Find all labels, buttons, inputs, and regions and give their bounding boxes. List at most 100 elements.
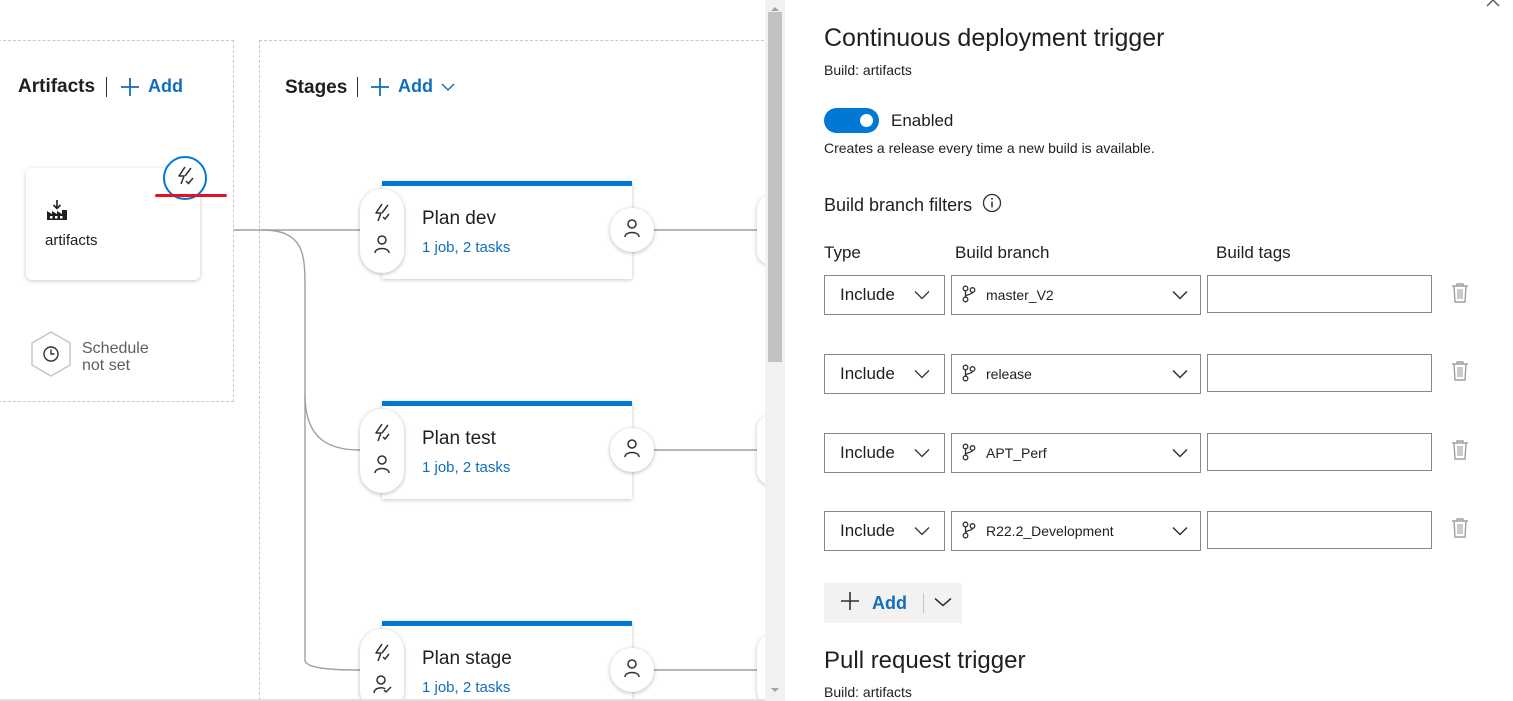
trigger-description: Creates a release every time a new build… — [824, 140, 1155, 156]
chevron-down-icon — [1172, 523, 1188, 539]
column-header-type: Type — [824, 243, 861, 262]
stage-summary-link[interactable]: 1 job, 2 tasks — [422, 459, 510, 476]
add-filter-button[interactable]: Add — [824, 583, 923, 623]
close-icon[interactable] — [1485, 0, 1501, 8]
artifacts-title: Artifacts — [18, 76, 96, 97]
person-icon — [622, 658, 642, 683]
column-header-build-branch: Build branch — [955, 243, 1050, 262]
branch-icon — [962, 443, 976, 464]
scroll-down-arrow-icon[interactable] — [770, 682, 780, 692]
panel-title: Continuous deployment trigger — [824, 24, 1165, 52]
add-filter-dropdown-button[interactable] — [924, 583, 962, 623]
scrollbar-thumb[interactable] — [768, 12, 782, 362]
next-stage-card-edge — [757, 195, 765, 265]
stages-section — [259, 40, 765, 701]
lightning-icon — [372, 643, 392, 668]
pull-request-trigger-title: Pull request trigger — [824, 647, 1026, 674]
stage-summary-link[interactable]: 1 job, 2 tasks — [422, 679, 510, 696]
chevron-down-icon — [914, 285, 930, 305]
chevron-down-icon — [1172, 366, 1188, 382]
enabled-toggle-label: Enabled — [891, 111, 954, 130]
panel-subtitle: Build: artifacts — [824, 62, 912, 78]
build-branch-dropdown[interactable]: release — [951, 354, 1201, 394]
pull-request-trigger-subtitle: Build: artifacts — [824, 684, 912, 700]
enabled-toggle[interactable] — [824, 108, 879, 133]
post-deployment-conditions[interactable] — [610, 648, 654, 692]
filter-type-value: Include — [840, 285, 895, 304]
stage-name: Plan dev — [422, 208, 496, 229]
add-stage-button[interactable]: Add — [370, 76, 455, 97]
filter-type-dropdown[interactable]: Include — [824, 275, 945, 315]
pre-deployment-conditions[interactable] — [360, 409, 404, 493]
filter-type-dropdown[interactable]: Include — [824, 433, 945, 473]
build-branch-dropdown[interactable]: master_V2 — [951, 275, 1201, 315]
stages-title: Stages — [285, 77, 348, 98]
build-branch-filters-heading: Build branch filters — [824, 193, 1002, 218]
info-icon[interactable] — [982, 193, 1002, 218]
filter-type-dropdown[interactable]: Include — [824, 354, 945, 394]
toggle-knob — [860, 114, 873, 127]
column-header-build-tags: Build tags — [1216, 243, 1291, 262]
lightning-icon — [372, 203, 392, 228]
clock-icon — [28, 330, 74, 383]
plus-icon — [370, 77, 390, 97]
lightning-icon — [372, 423, 392, 448]
filter-type-value: Include — [840, 364, 895, 383]
build-branch-value: release — [986, 366, 1032, 382]
filter-type-dropdown[interactable]: Include — [824, 511, 945, 551]
schedule-line-2: not set — [82, 356, 131, 374]
filter-type-value: Include — [840, 443, 895, 462]
trigger-settings-panel: Continuous deployment trigger Build: art… — [787, 0, 1513, 701]
stage-card-plan-stage[interactable]: Plan stage 1 job, 2 tasks — [382, 621, 632, 701]
branch-icon — [962, 364, 976, 385]
annotation-underline — [155, 194, 227, 197]
build-branch-value: APT_Perf — [986, 445, 1047, 461]
person-icon — [622, 218, 642, 243]
lightning-check-icon — [174, 165, 196, 192]
chevron-down-icon — [1172, 287, 1188, 303]
person-check-icon — [372, 674, 392, 699]
stage-card-plan-dev[interactable]: Plan dev 1 job, 2 tasks — [382, 181, 632, 279]
scroll-up-arrow-icon[interactable] — [770, 1, 780, 11]
build-tags-input[interactable] — [1207, 275, 1432, 313]
stage-card-plan-test[interactable]: Plan test 1 job, 2 tasks — [382, 401, 632, 499]
plus-icon — [840, 591, 860, 616]
build-factory-icon — [45, 198, 69, 227]
person-icon — [372, 454, 392, 479]
build-branch-dropdown[interactable]: R22.2_Development — [951, 511, 1201, 551]
next-stage-card-edge — [757, 415, 765, 485]
branch-icon — [962, 521, 976, 542]
build-branch-value: master_V2 — [986, 287, 1054, 303]
build-branch-dropdown[interactable]: APT_Perf — [951, 433, 1201, 473]
add-filter-split-button: Add — [824, 583, 962, 623]
stage-name: Plan test — [422, 428, 496, 449]
canvas-scrollbar[interactable] — [765, 0, 785, 701]
add-artifact-label: Add — [148, 76, 183, 96]
artifact-label: artifacts — [45, 232, 98, 249]
next-stage-card-edge — [757, 635, 765, 701]
pipeline-canvas: Artifacts Add artifacts Schedule not set… — [0, 0, 765, 701]
person-icon — [372, 234, 392, 259]
pre-deployment-conditions[interactable] — [360, 629, 404, 701]
schedule-button[interactable]: Schedule not set — [28, 330, 149, 383]
trash-icon[interactable] — [1451, 439, 1469, 461]
stage-summary-link[interactable]: 1 job, 2 tasks — [422, 239, 510, 256]
trash-icon[interactable] — [1451, 282, 1469, 304]
stage-name: Plan stage — [422, 648, 512, 669]
chevron-down-icon — [441, 82, 455, 92]
artifacts-header-divider — [106, 77, 107, 97]
trash-icon[interactable] — [1451, 517, 1469, 539]
schedule-line-1: Schedule — [82, 339, 149, 357]
plus-icon — [120, 77, 140, 97]
build-tags-input[interactable] — [1207, 354, 1432, 392]
add-artifact-button[interactable]: Add — [120, 76, 183, 97]
build-tags-input[interactable] — [1207, 433, 1432, 471]
filter-type-value: Include — [840, 521, 895, 540]
build-tags-input[interactable] — [1207, 511, 1432, 549]
chevron-down-icon — [1172, 445, 1188, 461]
pre-deployment-conditions[interactable] — [360, 189, 404, 273]
post-deployment-conditions[interactable] — [610, 428, 654, 472]
trash-icon[interactable] — [1451, 360, 1469, 382]
post-deployment-conditions[interactable] — [610, 208, 654, 252]
chevron-down-icon — [914, 364, 930, 384]
